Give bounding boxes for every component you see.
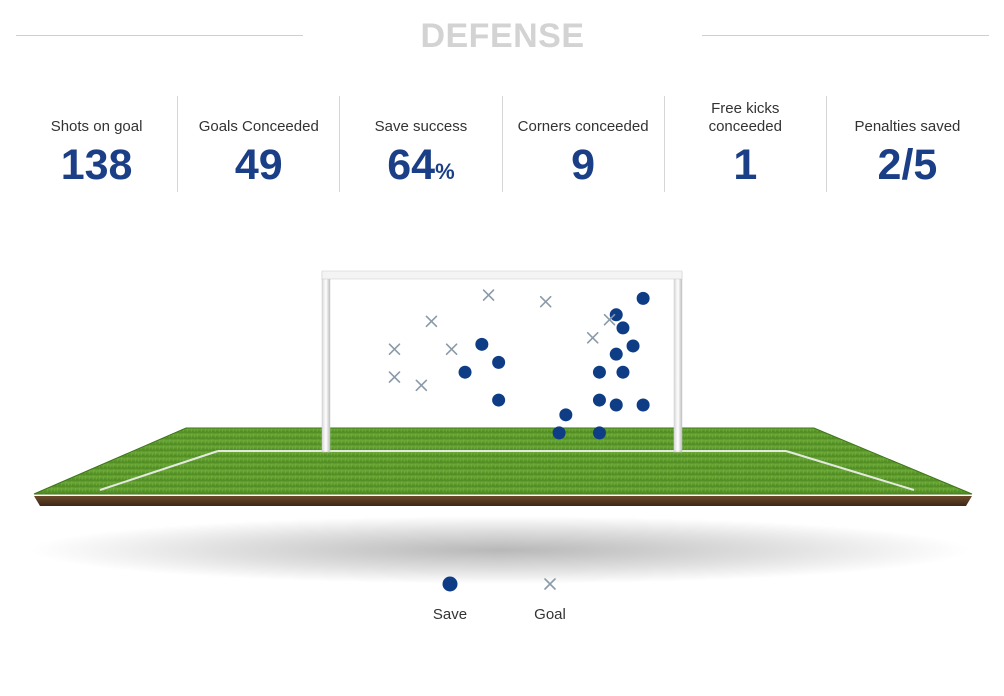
legend-item-goal: Goal [510,574,590,623]
legend-label-save: Save [432,606,468,623]
save-marker [592,365,606,379]
save-marker [609,308,623,322]
goal-marker [415,379,428,392]
goal-line-marking [218,450,786,452]
goal-marker [388,343,401,356]
pitch-soil-edge [34,496,972,506]
save-marker [559,408,573,422]
goal-crossbar [321,270,683,280]
save-marker [475,337,489,351]
save-marker-icon [442,576,458,592]
goal-marker [482,289,495,301]
shot-markers [388,289,650,440]
legend-item-save: Save [410,574,490,623]
defense-stats-page: DEFENSE Shots on goal 138 Goals Conceede… [0,0,1004,696]
save-marker [636,398,650,412]
save-marker [458,365,472,379]
save-marker [492,355,506,369]
save-marker [592,426,606,440]
pitch-grass [34,428,972,494]
chart-legend: Save Goal [400,574,600,634]
save-marker [609,398,623,412]
save-marker [616,321,630,335]
goal-post-right [673,271,683,453]
goal-marker [388,371,401,383]
goal-marker [445,343,458,356]
goal-marker-icon [544,578,556,590]
save-marker [626,339,640,353]
save-marker [592,393,606,407]
goal-marker [425,315,438,328]
goal-post-left [321,271,331,453]
goal-marker [586,331,599,344]
save-marker [616,365,630,379]
goal-marker [539,295,552,308]
legend-label-goal: Goal [534,606,566,623]
save-marker [636,291,650,305]
save-marker [492,393,506,407]
save-marker [609,347,623,361]
save-marker [552,426,566,440]
